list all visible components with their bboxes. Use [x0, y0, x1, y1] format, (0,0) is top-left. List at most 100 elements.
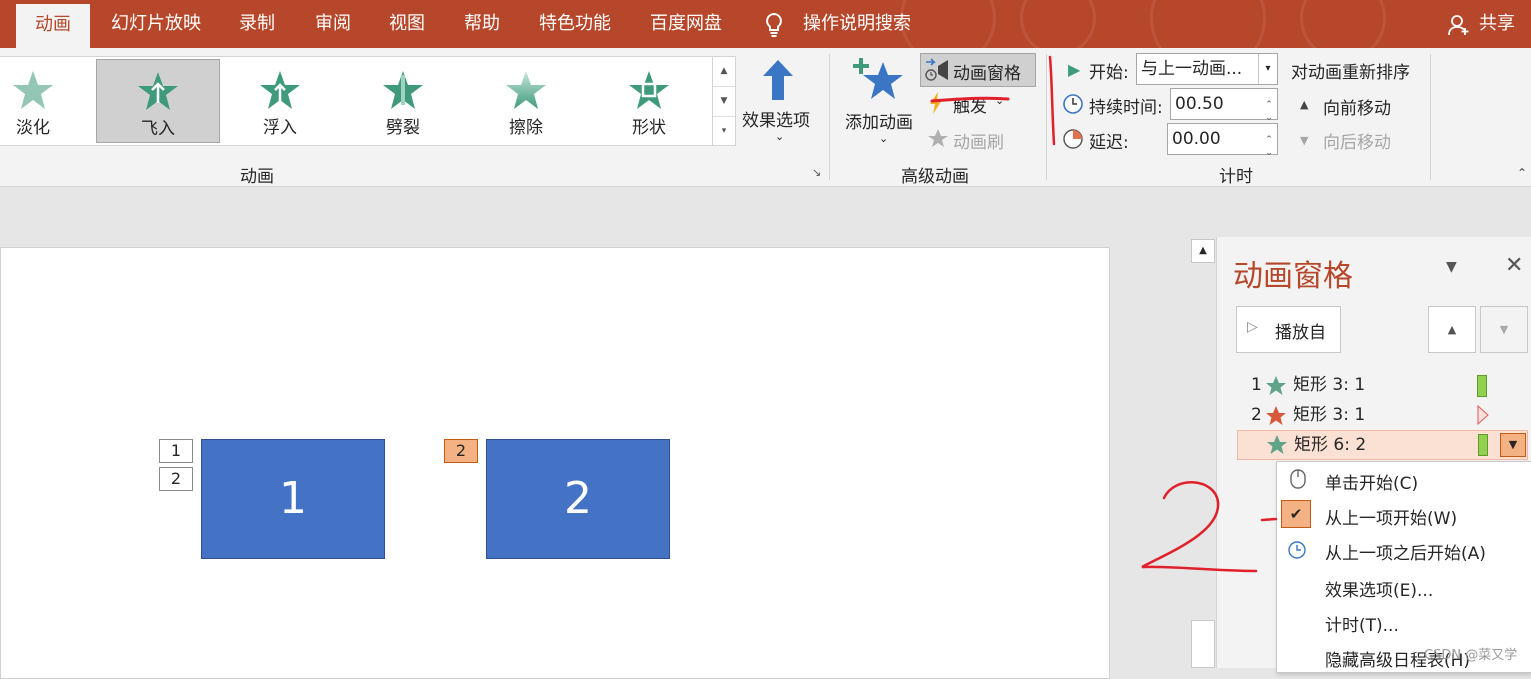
- play-from-button[interactable]: ▷ 播放自: [1236, 306, 1341, 353]
- chevron-down-icon[interactable]: ▾: [1258, 54, 1277, 84]
- tell-me-search[interactable]: 操作说明搜索: [803, 0, 911, 48]
- pane-options-icon[interactable]: ▼: [1446, 259, 1457, 275]
- menu-item-after-previous[interactable]: 从上一项之后开始(A): [1325, 539, 1486, 564]
- scroll-up-icon[interactable]: ▲: [713, 57, 735, 87]
- tab-special-features[interactable]: 特色功能: [539, 0, 611, 48]
- chevron-down-icon: ⌄: [775, 130, 785, 143]
- wipe-star-icon: [506, 71, 546, 109]
- collapse-ribbon-icon[interactable]: ⌃: [1517, 166, 1527, 180]
- animation-pane-button[interactable]: 动画窗格: [920, 53, 1036, 87]
- animation-painter-icon: [928, 129, 948, 147]
- tab-animations[interactable]: 动画: [16, 4, 90, 48]
- menu-item-effect-options[interactable]: 效果选项(E)...: [1325, 576, 1433, 601]
- clock-icon: [1288, 541, 1306, 559]
- move-earlier-button[interactable]: 向前移动: [1323, 94, 1391, 119]
- play-icon: ▷: [1247, 319, 1258, 335]
- item-index: 2: [1251, 405, 1262, 425]
- tab-baidu-netdisk[interactable]: 百度网盘: [650, 0, 722, 48]
- animation-pane-icon: [925, 58, 948, 81]
- share-button[interactable]: 共享: [1479, 0, 1515, 48]
- group-divider: [829, 54, 830, 180]
- rectangle-shape-1[interactable]: 1: [201, 439, 385, 559]
- item-label: 矩形 6: 2: [1294, 435, 1367, 455]
- duration-label: 持续时间:: [1089, 98, 1163, 118]
- vertical-scrollbar[interactable]: ▲: [1190, 237, 1216, 668]
- gallery-item-fly-in[interactable]: 飞入: [96, 59, 220, 143]
- duration-input[interactable]: 00.50 ⌃ ⌄: [1170, 88, 1278, 123]
- animation-painter-button[interactable]: 动画刷: [953, 128, 1004, 153]
- float-in-star-icon: [260, 71, 300, 109]
- tab-record[interactable]: 录制: [239, 0, 275, 48]
- group-label-timing: 计时: [1219, 167, 1253, 187]
- clock-icon: [1063, 94, 1083, 114]
- scroll-thumb[interactable]: [1191, 620, 1215, 668]
- play-icon: ▶: [1068, 60, 1081, 79]
- close-icon[interactable]: ✕: [1505, 253, 1523, 278]
- dialog-launcher-icon[interactable]: ↘: [812, 166, 821, 179]
- item-label: 矩形 3: 1: [1293, 405, 1366, 425]
- chevron-down-icon: ⌄: [879, 132, 889, 145]
- tab-help[interactable]: 帮助: [464, 0, 500, 48]
- animation-tag[interactable]: 2: [159, 467, 193, 491]
- person-add-icon: [1448, 15, 1469, 36]
- timeline-bar: [1477, 375, 1487, 397]
- split-star-icon: [383, 71, 423, 109]
- up-arrow-icon: [763, 60, 793, 100]
- gallery-item-shape[interactable]: 形状: [588, 59, 710, 141]
- move-up-button[interactable]: ▲: [1428, 306, 1476, 353]
- rectangle-shape-2[interactable]: 2: [486, 439, 670, 559]
- spin-down-icon[interactable]: ⌄: [1263, 138, 1275, 168]
- checkmark-icon: ✔: [1281, 500, 1311, 528]
- gallery-more-icon[interactable]: ▾: [713, 117, 735, 146]
- gallery-scroll[interactable]: ▲ ▼ ▾: [712, 56, 736, 146]
- animation-list-item-selected[interactable]: 矩形 6: 2 ▼: [1237, 430, 1528, 460]
- exit-star-icon: [1266, 406, 1286, 425]
- delay-clock-icon: [1063, 129, 1083, 149]
- move-later-button[interactable]: 向后移动: [1323, 128, 1391, 153]
- gallery-item-float-in[interactable]: 浮入: [219, 59, 341, 141]
- animation-list-item[interactable]: 1 矩形 3: 1: [1237, 370, 1527, 400]
- scroll-down-icon[interactable]: ▼: [713, 87, 735, 117]
- gallery-item-fade[interactable]: 淡化: [0, 59, 94, 141]
- ribbon: 淡化 飞入 浮入 劈裂 擦除 形状 ▲ ▼ ▾ 动画 ↘ 效果选项 ⌄ 添加动画…: [0, 48, 1531, 187]
- scroll-up-icon[interactable]: ▲: [1191, 239, 1215, 263]
- gallery-label: 飞入: [141, 119, 175, 139]
- duration-value: 00.50: [1175, 94, 1224, 114]
- entrance-star-icon: [1266, 376, 1286, 395]
- delay-input[interactable]: 00.00 ⌃ ⌄: [1167, 123, 1278, 158]
- group-divider: [1046, 54, 1047, 180]
- reorder-title: 对动画重新排序: [1291, 63, 1410, 83]
- start-select-value: 与上一动画...: [1141, 59, 1243, 79]
- group-label-advanced: 高级动画: [901, 167, 969, 187]
- effect-options-button[interactable]: 效果选项: [742, 106, 810, 131]
- start-select[interactable]: 与上一动画... ▾: [1136, 53, 1278, 85]
- add-animation-button[interactable]: 添加动画: [845, 108, 913, 133]
- gallery-item-split[interactable]: 劈裂: [342, 59, 464, 141]
- tab-review[interactable]: 审阅: [315, 0, 351, 48]
- tab-slideshow[interactable]: 幻灯片放映: [111, 0, 201, 48]
- fade-star-icon: [13, 71, 53, 109]
- delay-label: 延迟:: [1089, 133, 1129, 153]
- gallery-item-wipe[interactable]: 擦除: [465, 59, 587, 141]
- animation-tag[interactable]: 1: [159, 439, 193, 463]
- exit-timeline-marker: [1477, 405, 1489, 425]
- animation-tag-selected[interactable]: 2: [444, 439, 478, 463]
- animation-list-item[interactable]: 2 矩形 3: 1: [1237, 400, 1527, 430]
- group-divider: [1430, 54, 1431, 180]
- watermark: CSDN @菜又学: [1424, 648, 1518, 663]
- trigger-button[interactable]: 触发: [953, 92, 987, 117]
- move-down-button[interactable]: ▼: [1480, 306, 1528, 353]
- lightbulb-icon: [766, 12, 782, 37]
- timeline-bar: [1478, 434, 1488, 456]
- menu-item-timing[interactable]: 计时(T)...: [1325, 611, 1399, 636]
- triangle-down-icon: ▼: [1300, 134, 1309, 147]
- entrance-star-icon: [1267, 435, 1287, 454]
- item-dropdown-button[interactable]: ▼: [1500, 433, 1526, 457]
- animation-pane-label: 动画窗格: [953, 64, 1021, 84]
- menu-item-with-previous[interactable]: 从上一项开始(W): [1325, 504, 1457, 529]
- lightning-icon: [930, 92, 942, 114]
- tab-view[interactable]: 视图: [389, 0, 425, 48]
- context-menu: 单击开始(C) ✔ 从上一项开始(W) 从上一项之后开始(A) 效果选项(E).…: [1276, 461, 1531, 673]
- shape-star-icon: [629, 71, 669, 109]
- menu-item-on-click[interactable]: 单击开始(C): [1325, 469, 1418, 494]
